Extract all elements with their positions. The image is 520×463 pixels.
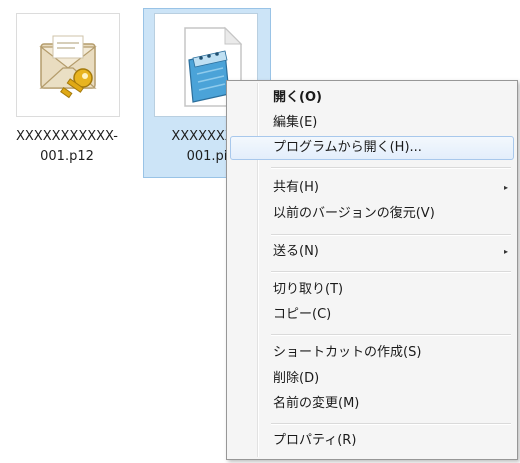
menu-separator [271,271,511,273]
menu-item-label: 送る(N) [273,244,319,259]
menu-item-send-to[interactable]: 送る(N) ▸ [230,240,514,264]
context-menu: 開く(O) 編集(E) プログラムから開く(H)... 共有(H) ▸ 以前のバ… [226,80,518,460]
menu-item-open[interactable]: 開く(O) [230,86,514,110]
menu-item-share[interactable]: 共有(H) ▸ [230,176,514,200]
submenu-arrow-icon: ▸ [503,247,508,256]
menu-item-properties[interactable]: プロパティ(R) [230,429,514,453]
file-name: XXXXXXXXXXX- 001.p12 [9,127,125,167]
menu-item-open-with[interactable]: プログラムから開く(H)... [230,136,514,160]
menu-item-edit[interactable]: 編集(E) [230,111,514,135]
menu-item-label: 共有(H) [273,180,319,195]
submenu-arrow-icon: ▸ [503,183,508,192]
menu-item-rename[interactable]: 名前の変更(M) [230,392,514,416]
menu-item-create-shortcut[interactable]: ショートカットの作成(S) [230,341,514,365]
file-name-line1: XXXXXXXXXXX- [15,129,118,144]
menu-item-copy[interactable]: コピー(C) [230,303,514,327]
file-item-p12[interactable]: XXXXXXXXXXX- 001.p12 [8,8,126,178]
file-thumbnail [16,13,120,117]
menu-separator [271,234,511,236]
menu-separator [271,167,511,169]
file-name-line2: 001.p12 [40,149,94,164]
certificate-envelope-key-icon [39,35,97,99]
menu-item-delete[interactable]: 削除(D) [230,367,514,391]
menu-separator [271,334,511,336]
menu-item-cut[interactable]: 切り取り(T) [230,278,514,302]
menu-item-restore-previous[interactable]: 以前のバージョンの復元(V) [230,202,514,226]
menu-separator [271,423,511,425]
